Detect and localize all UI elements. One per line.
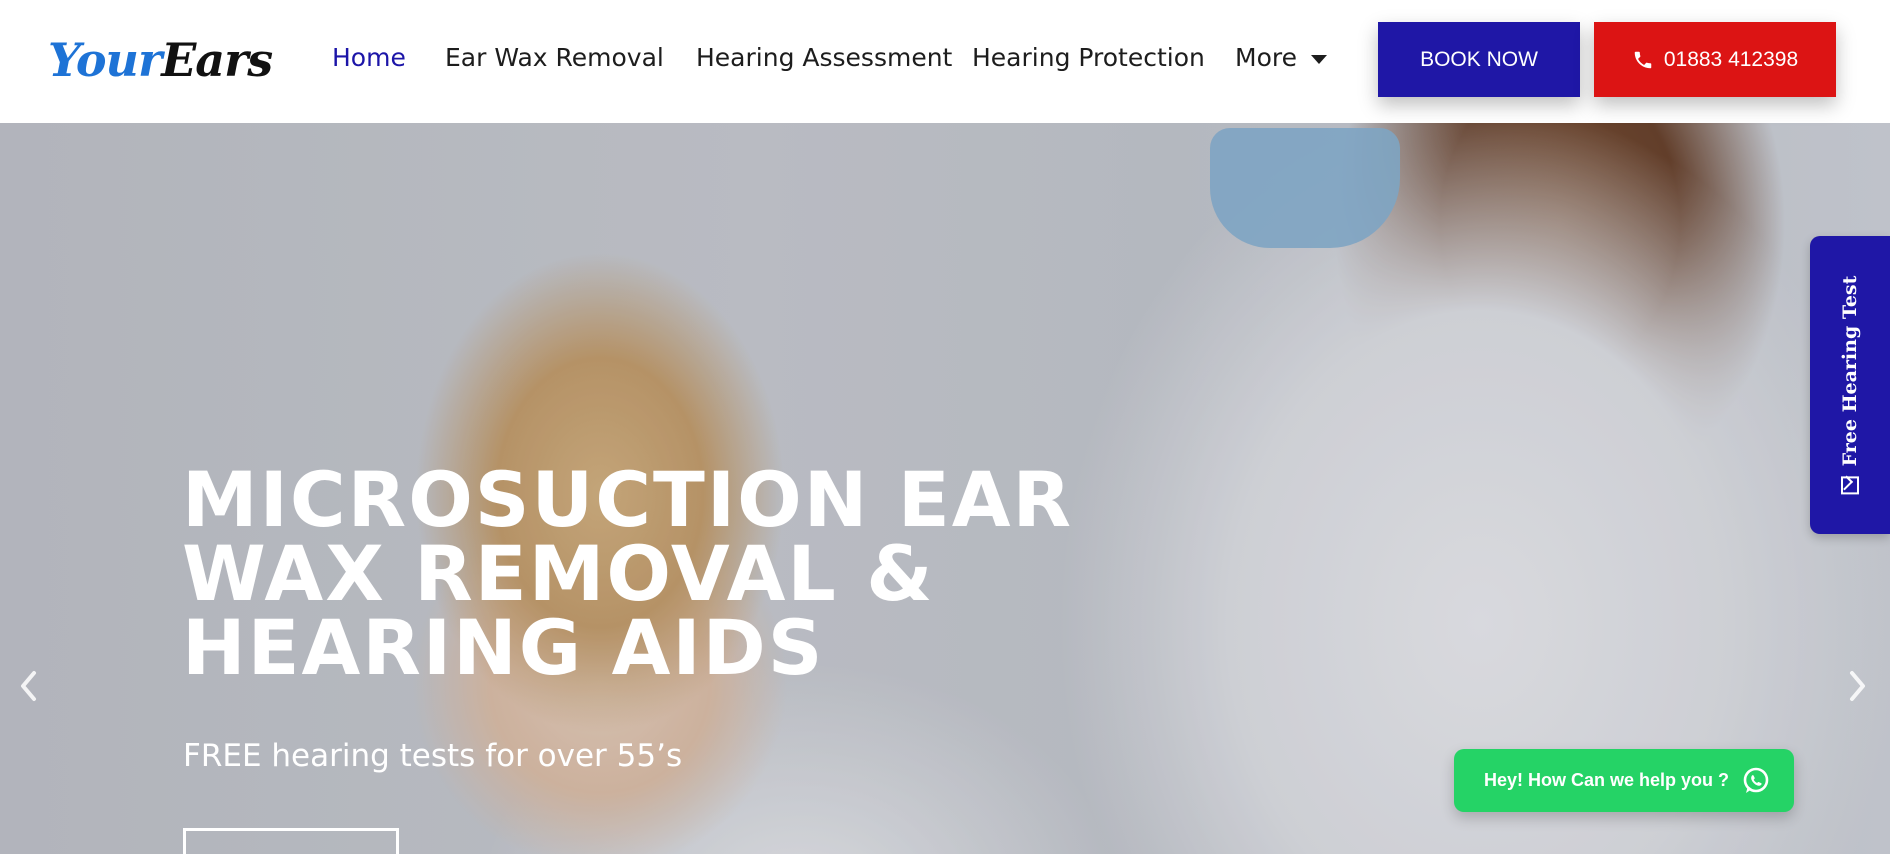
whatsapp-icon — [1740, 765, 1772, 797]
hero-background-image — [1210, 128, 1400, 248]
slider-prev-arrow[interactable] — [14, 666, 44, 706]
chevron-right-icon — [1850, 671, 1865, 701]
hero-cta-button[interactable] — [183, 828, 399, 854]
whatsapp-chat-button[interactable]: Hey! How Can we help you ? — [1454, 749, 1794, 812]
nav-item-hearing-assessment[interactable]: Hearing Assessment — [696, 40, 952, 76]
logo-part-your: Your — [48, 33, 162, 87]
nav-item-ear-wax-removal[interactable]: Ear Wax Removal — [445, 40, 664, 76]
side-tab-label: Free Hearing Test — [1839, 275, 1861, 467]
phone-call-button[interactable]: 01883 412398 — [1594, 22, 1836, 97]
side-tab-content: Free Hearing Test — [1839, 276, 1861, 495]
caret-down-icon — [1310, 54, 1327, 64]
site-logo[interactable]: YourEars — [48, 30, 273, 90]
chat-label: Hey! How Can we help you ? — [1484, 770, 1730, 790]
phone-icon — [1634, 51, 1652, 68]
nav-item-more[interactable]: More — [1235, 40, 1327, 76]
book-now-button[interactable]: BOOK NOW — [1378, 22, 1580, 97]
site-header: YourEars Home Ear Wax Removal Hearing As… — [0, 0, 1890, 123]
chevron-left-icon — [21, 671, 36, 701]
hero-title: MICROSUCTION EAR WAX REMOVAL & HEARING A… — [182, 455, 1074, 692]
nav-item-home[interactable]: Home — [332, 40, 406, 76]
nav-item-more-label: More — [1235, 43, 1297, 72]
phone-number: 01883 412398 — [1663, 47, 1799, 71]
slider-next-arrow[interactable] — [1842, 666, 1872, 706]
mail-icon — [1841, 476, 1859, 495]
nav-item-hearing-protection[interactable]: Hearing Protection — [972, 40, 1205, 76]
hero-slider: MICROSUCTION EAR WAX REMOVAL & HEARING A… — [0, 123, 1890, 854]
hero-subtitle: FREE hearing tests for over 55’s — [183, 738, 683, 774]
free-hearing-test-tab[interactable]: Free Hearing Test — [1810, 236, 1890, 534]
logo-part-ears: Ears — [161, 33, 273, 87]
